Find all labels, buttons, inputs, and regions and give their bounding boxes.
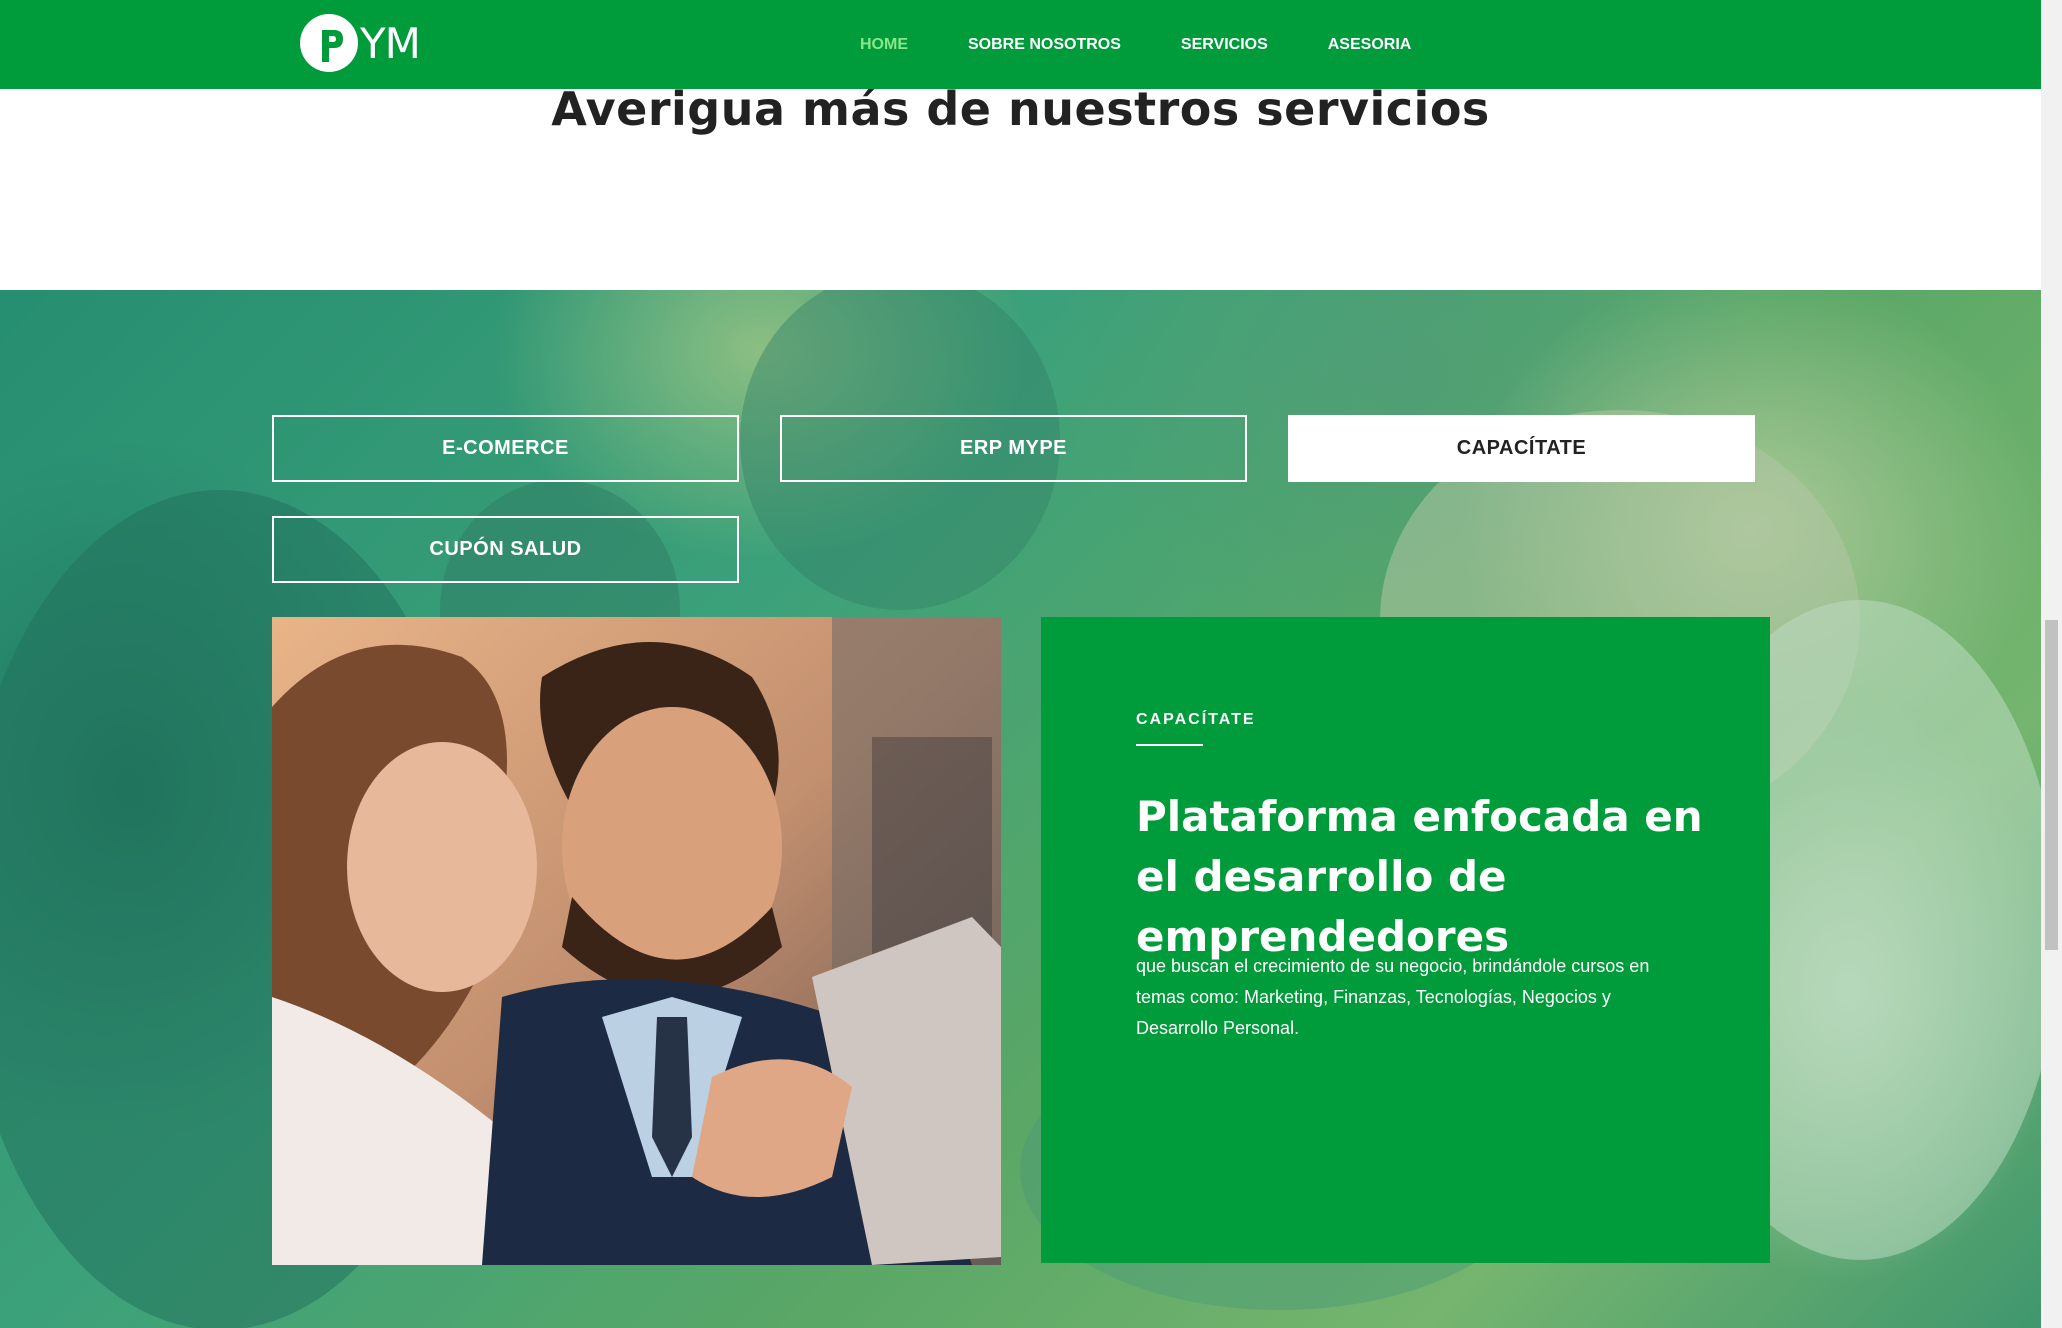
page-scrollbar[interactable] xyxy=(2041,0,2062,1328)
card-divider xyxy=(1136,744,1203,746)
nav-servicios[interactable]: SERVICIOS xyxy=(1181,36,1268,54)
capacitate-card: CAPACÍTATE Plataforma enfocada en el des… xyxy=(1041,617,1770,1263)
top-navbar: YM HOME SOBRE NOSOTROS SERVICIOS ASESORI… xyxy=(0,0,2041,89)
tab-cupon-salud[interactable]: CUPÓN SALUD xyxy=(272,516,739,583)
nav-sobre-nosotros[interactable]: SOBRE NOSOTROS xyxy=(968,36,1121,54)
section-title: Averigua más de nuestros servicios xyxy=(551,82,1490,136)
scrollbar-thumb[interactable] xyxy=(2045,620,2058,950)
nav-home[interactable]: HOME xyxy=(860,36,908,54)
card-title: Plataforma enfocada en el desarrollo de … xyxy=(1136,792,1703,961)
logo-text: YM xyxy=(360,18,421,68)
pym-logo-icon xyxy=(300,14,358,72)
tab-e-comerce[interactable]: E-COMERCE xyxy=(272,415,739,482)
photo-illustration xyxy=(272,617,1001,1265)
card-eyebrow: CAPACÍTATE xyxy=(1136,711,1256,728)
business-people-photo xyxy=(272,617,1001,1265)
site-logo[interactable]: YM xyxy=(300,12,421,74)
tab-capacitate[interactable]: CAPACÍTATE xyxy=(1288,415,1755,482)
main-nav: HOME SOBRE NOSOTROS SERVICIOS ASESORIA xyxy=(860,0,1471,89)
card-description: que buscan el crecimiento de su negocio,… xyxy=(1136,956,1650,1038)
nav-asesoria[interactable]: ASESORIA xyxy=(1328,36,1412,54)
tab-erp-mype[interactable]: ERP MYPE xyxy=(780,415,1247,482)
